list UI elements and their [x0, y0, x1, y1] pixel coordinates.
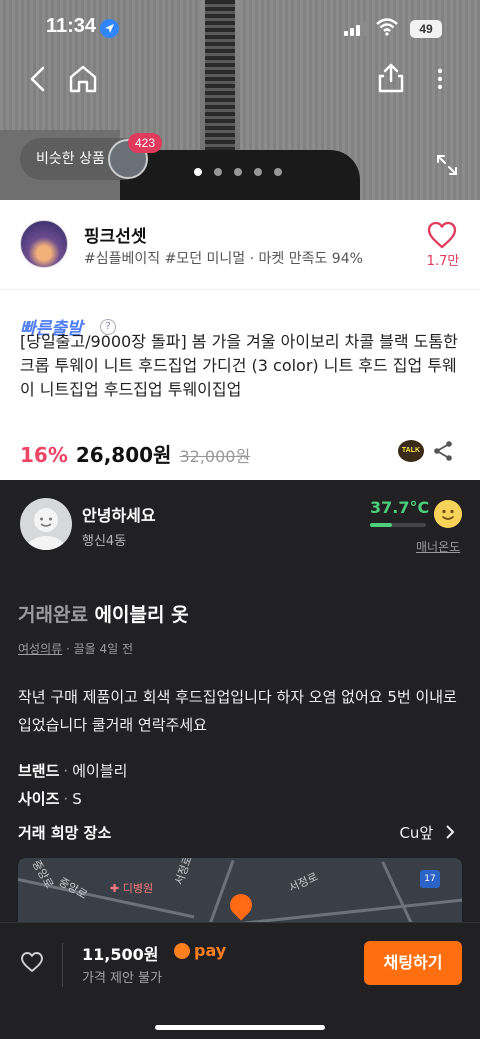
- price-row: 16% 26,800원 32,000원: [20, 439, 251, 467]
- kakaotalk-icon[interactable]: TALK: [398, 440, 424, 462]
- map-poi-hospital: ✚ 디병원: [110, 880, 153, 896]
- image-pagination: [194, 168, 282, 176]
- heart-icon[interactable]: [426, 220, 458, 250]
- meeting-place-value: Cu앞: [399, 824, 434, 842]
- page-dot[interactable]: [274, 168, 282, 176]
- product-card: 핑크선셋 #심플베이직 #모던 미니멀 · 마켓 만족도 94% 1.7만 빠른…: [0, 200, 480, 480]
- signal-icon: [344, 22, 366, 36]
- pay-badge: pay: [174, 941, 226, 960]
- similar-products-label: 비슷한 상품: [36, 151, 105, 167]
- original-price: 32,000원: [179, 447, 251, 466]
- shop-tags: #심플베이직 #모던 미니멀 · 마켓 만족도 94%: [84, 251, 363, 267]
- manner-temperature: 37.7°C: [370, 498, 430, 517]
- share-icon[interactable]: [376, 62, 406, 94]
- shop-logo[interactable]: [20, 220, 68, 268]
- expand-icon[interactable]: [436, 154, 458, 176]
- listing-description: 작년 구매 제품이고 회색 후드집업입니다 하자 오염 없어요 5번 이내로 입…: [18, 688, 457, 734]
- battery-indicator: 49: [410, 20, 442, 38]
- category-link[interactable]: 여성의류: [18, 642, 62, 656]
- location-map[interactable]: 중앙로 중앙로 ✚ 디병원 서정로 서정로 17: [18, 858, 462, 930]
- meeting-place-link[interactable]: Cu앞: [399, 822, 456, 843]
- hospital-icon: ✚: [110, 882, 120, 895]
- page-dot[interactable]: [194, 168, 202, 176]
- product-title: [당일출고/9000장 돌파] 봄 가을 겨울 아이보리 차콜 블랙 도톰한 크…: [20, 332, 458, 399]
- size-value: S: [72, 790, 82, 808]
- manner-temperature-link[interactable]: 매너온도: [416, 538, 460, 555]
- listing-price: 11,500원: [82, 945, 159, 964]
- back-arrow-icon[interactable]: [24, 64, 54, 94]
- like-count: 1.7만: [426, 254, 460, 269]
- brand-row: 브랜드 · 에이블리: [18, 762, 128, 780]
- status-bar: 11:34 49: [0, 0, 480, 56]
- bump-time: · 끌올 4일 전: [66, 642, 134, 656]
- discount-rate: 16%: [20, 443, 68, 467]
- share-nodes-icon[interactable]: [432, 440, 454, 462]
- more-vertical-icon[interactable]: [430, 64, 450, 94]
- bottom-bar: 11,500원 pay 가격 제안 불가 채팅하기: [0, 922, 480, 1039]
- shop-name[interactable]: 핑크선셋: [84, 222, 147, 247]
- seller-nickname[interactable]: 안녕하세요: [82, 502, 156, 526]
- chat-button[interactable]: 채팅하기: [364, 941, 462, 985]
- listing-title: 에이블리 옷: [94, 604, 189, 626]
- pay-label: pay: [194, 941, 227, 960]
- listing-section: 안녕하세요 행신4동 37.7°C 매너온도 거래완료 에이블리 옷 여성의류 …: [0, 480, 480, 930]
- smile-face-icon: [434, 500, 462, 528]
- brand-label: 브랜드: [18, 762, 60, 780]
- sale-price: 26,800원: [75, 443, 172, 467]
- home-icon[interactable]: [66, 62, 100, 96]
- status-time: 11:34: [46, 15, 97, 37]
- size-row: 사이즈 · S: [18, 790, 82, 808]
- temperature-bar: [370, 523, 426, 527]
- page-dot[interactable]: [214, 168, 222, 176]
- map-poi-label: 디병원: [122, 882, 154, 895]
- listing-meta: 여성의류 · 끌올 4일 전: [18, 640, 133, 657]
- user-avatar[interactable]: [20, 498, 72, 550]
- price-offer-status: 가격 제안 불가: [82, 971, 163, 986]
- listing-title-row: 거래완료 에이블리 옷: [18, 600, 189, 627]
- size-label: 사이즈: [18, 790, 60, 808]
- divider: [62, 943, 63, 987]
- route-shield: 17: [420, 870, 440, 888]
- seller-region: 행신4동: [82, 534, 127, 549]
- map-label: 서정로: [286, 870, 320, 895]
- listing-status: 거래완료: [18, 604, 88, 626]
- heart-icon[interactable]: [20, 951, 44, 973]
- chevron-right-icon: [446, 825, 455, 839]
- home-indicator[interactable]: [155, 1025, 325, 1030]
- avatar-face-icon: [26, 508, 66, 550]
- temperature-fill: [370, 523, 393, 527]
- page-dot[interactable]: [234, 168, 242, 176]
- map-label: 중앙로: [56, 875, 90, 902]
- brand-value: 에이블리: [72, 762, 128, 780]
- page-dot[interactable]: [254, 168, 262, 176]
- map-pin-icon: [225, 889, 257, 921]
- shop-row[interactable]: 핑크선셋 #심플베이직 #모던 미니멀 · 마켓 만족도 94% 1.7만: [0, 200, 480, 290]
- wifi-icon: [376, 18, 398, 36]
- map-label: 서정로: [172, 858, 195, 887]
- meeting-place-label: 거래 희망 장소: [18, 824, 112, 842]
- location-icon: [100, 19, 119, 38]
- similar-count-badge: 423: [128, 133, 163, 153]
- pay-coin-icon: [174, 942, 190, 959]
